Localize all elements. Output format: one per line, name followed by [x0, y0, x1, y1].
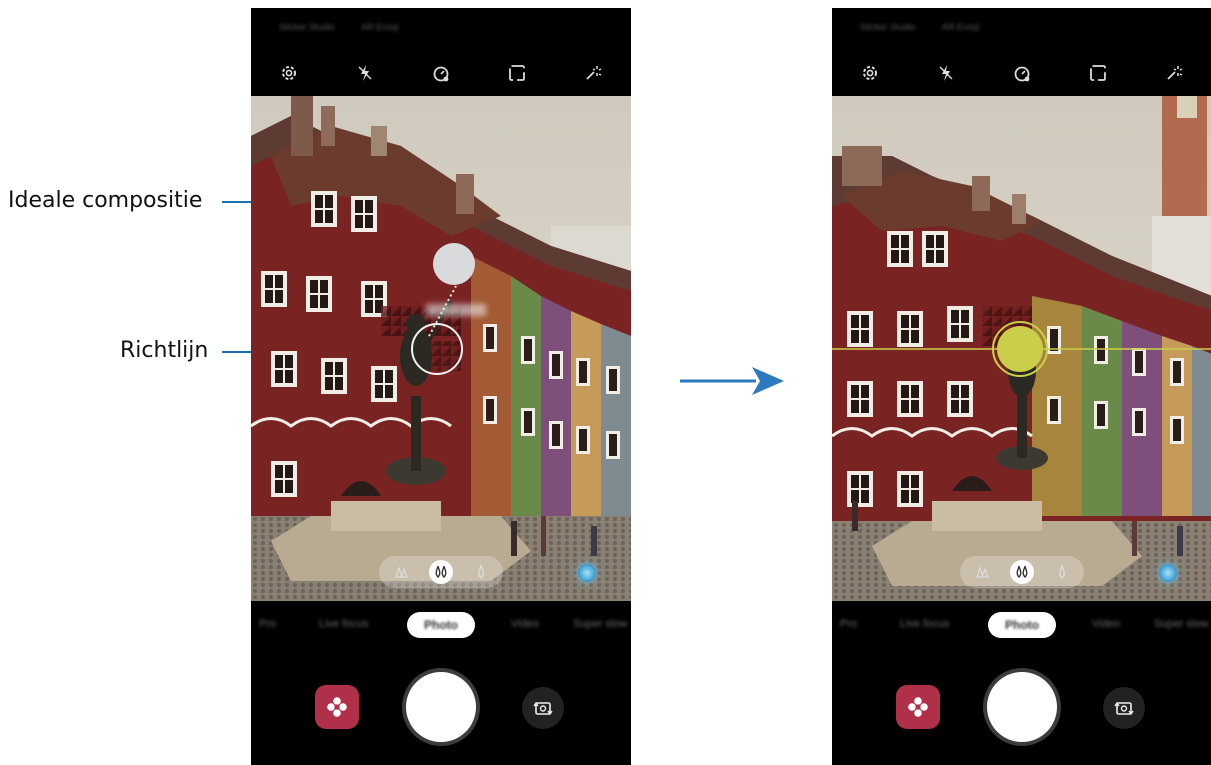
mode-super-slow[interactable]: Super slow	[573, 618, 627, 630]
switch-camera-icon	[1114, 701, 1134, 716]
timer-icon[interactable]	[424, 58, 458, 88]
gallery-button[interactable]	[896, 685, 940, 729]
bixby-vision-icon[interactable]	[578, 564, 596, 582]
mode-selector: Pro Live focus Photo Video Super slow	[251, 608, 631, 644]
ideal-composition-label: Ideale compositie	[8, 188, 203, 213]
focus-filter-icon[interactable]	[429, 560, 453, 584]
mode-photo-label: Photo	[1005, 618, 1039, 632]
sticker-studio-label[interactable]: Sticker Studio	[860, 22, 916, 32]
effects-icon[interactable]	[576, 58, 610, 88]
sticker-studio-label[interactable]: Sticker Studio	[279, 22, 335, 32]
gallery-icon	[327, 697, 347, 717]
filter-selector	[379, 556, 503, 588]
mode-live-focus[interactable]: Live focus	[900, 618, 950, 630]
effects-icon[interactable]	[1157, 58, 1191, 88]
mode-selector: Pro Live focus Photo Video Super slow	[832, 608, 1211, 644]
camera-screen-before: Sticker Studio AR Emoji Pro Live focus P…	[251, 8, 631, 765]
gallery-icon	[908, 697, 928, 717]
ideal-composition-marker	[433, 243, 475, 285]
shutter-button[interactable]	[406, 672, 476, 742]
mode-super-slow[interactable]: Super slow	[1154, 618, 1208, 630]
mode-photo-label: Photo	[424, 618, 458, 632]
bixby-vision-icon[interactable]	[1159, 564, 1177, 582]
status-bar: Sticker Studio AR Emoji	[251, 8, 631, 48]
ar-emoji-label[interactable]: AR Emoji	[942, 22, 980, 32]
mode-pro[interactable]: Pro	[259, 618, 276, 630]
aspect-ratio-icon[interactable]	[500, 58, 534, 88]
mode-live-focus[interactable]: Live focus	[319, 618, 369, 630]
camera-screen-after: Sticker Studio AR Emoji Pro Live focus P…	[832, 8, 1211, 765]
camera-preview[interactable]	[832, 96, 1211, 601]
guide-circle	[411, 323, 463, 375]
gallery-button[interactable]	[315, 685, 359, 729]
camera-preview[interactable]	[251, 96, 631, 601]
flash-off-icon[interactable]	[929, 58, 963, 88]
transition-arrow-icon	[680, 367, 784, 395]
flash-off-icon[interactable]	[348, 58, 382, 88]
camera-toolbar	[832, 56, 1211, 90]
shutter-button[interactable]	[987, 672, 1057, 742]
landscape-filter-icon[interactable]	[970, 560, 994, 584]
bottom-controls	[832, 658, 1211, 758]
status-bar: Sticker Studio AR Emoji	[832, 8, 1211, 48]
switch-camera-button[interactable]	[522, 687, 564, 729]
switch-camera-icon	[533, 701, 553, 716]
mode-photo[interactable]: Photo	[988, 612, 1056, 638]
aspect-ratio-icon[interactable]	[1081, 58, 1115, 88]
settings-icon[interactable]	[853, 58, 887, 88]
guide-line-label: Richtlijn	[120, 338, 209, 363]
aligned-composition-dot	[997, 326, 1043, 372]
mode-video[interactable]: Video	[1092, 618, 1120, 630]
mode-video[interactable]: Video	[511, 618, 539, 630]
single-drop-filter-icon[interactable]	[469, 560, 493, 584]
timer-icon[interactable]	[1005, 58, 1039, 88]
focus-filter-icon[interactable]	[1010, 560, 1034, 584]
mode-pro[interactable]: Pro	[840, 618, 857, 630]
single-drop-filter-icon[interactable]	[1050, 560, 1074, 584]
settings-icon[interactable]	[272, 58, 306, 88]
ar-emoji-label[interactable]: AR Emoji	[361, 22, 399, 32]
filter-selector	[960, 556, 1084, 588]
switch-camera-button[interactable]	[1103, 687, 1145, 729]
landscape-filter-icon[interactable]	[389, 560, 413, 584]
mode-photo[interactable]: Photo	[407, 612, 475, 638]
camera-toolbar	[251, 56, 631, 90]
bottom-controls	[251, 658, 631, 758]
